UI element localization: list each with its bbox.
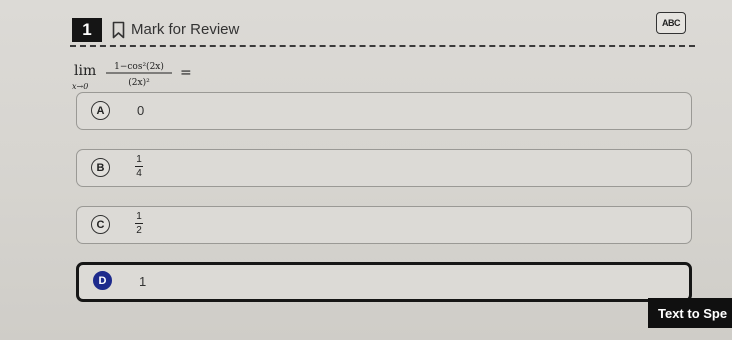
answer-option-d[interactable]: D 1 <box>76 262 692 302</box>
bookmark-icon[interactable] <box>112 21 125 39</box>
fraction-bar <box>135 223 143 224</box>
fraction-numerator: 1 <box>136 154 142 165</box>
option-letter-b: B <box>91 158 110 177</box>
abc-label: ABC <box>662 18 681 28</box>
equals-sign: = <box>180 65 192 81</box>
option-letter-c: C <box>91 215 110 234</box>
question-header: 1 Mark for Review ABC <box>0 12 732 48</box>
option-value-b: 1 4 <box>135 154 143 179</box>
lim-text: lim <box>74 63 96 79</box>
option-letter-d: D <box>93 271 112 290</box>
header-divider <box>70 45 695 47</box>
denominator: (2x)² <box>128 77 150 88</box>
question-number: 1 <box>72 18 102 42</box>
fraction-denominator: 4 <box>136 168 142 179</box>
answer-option-c[interactable]: C 1 2 <box>76 206 692 244</box>
limit-expression: lim x→0 1−cos²(2x) (2x)² = <box>72 61 192 91</box>
lim-subscript: x→0 <box>72 82 88 91</box>
numerator: 1−cos²(2x) <box>114 61 164 72</box>
abc-eliminator-button[interactable]: ABC <box>656 12 686 34</box>
fraction-numerator: 1 <box>136 211 142 222</box>
option-value-c: 1 2 <box>135 211 143 236</box>
mark-for-review-label[interactable]: Mark for Review <box>131 21 239 38</box>
fraction-bar <box>135 166 143 167</box>
option-value-a: 0 <box>137 103 145 118</box>
fraction-denominator: 2 <box>136 225 142 236</box>
option-value-d: 1 <box>139 274 147 289</box>
answer-option-a[interactable]: A 0 <box>76 92 692 130</box>
option-letter-a: A <box>91 101 110 120</box>
question-prompt: lim x→0 1−cos²(2x) (2x)² = <box>72 58 212 94</box>
answer-option-b[interactable]: B 1 4 <box>76 149 692 187</box>
text-to-speech-button[interactable]: Text to Spe <box>648 298 732 328</box>
